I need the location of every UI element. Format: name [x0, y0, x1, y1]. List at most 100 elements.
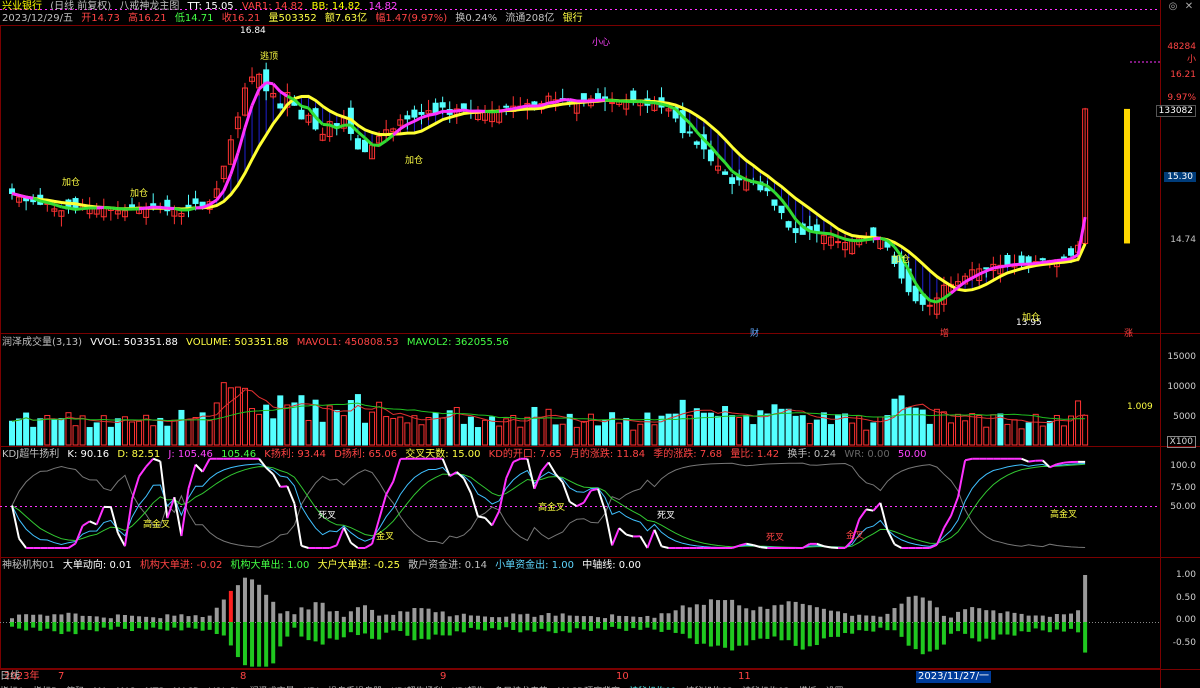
mavol2-value: MAVOL2: 362055.56 [406, 337, 509, 348]
axis-top-arrow: 小 [1186, 55, 1196, 65]
volume-bar [778, 408, 785, 446]
flow-out-bar [899, 603, 904, 622]
flow-in-bar [497, 622, 502, 630]
main-indicator[interactable]: 八戒神龙主图 [119, 1, 179, 12]
fast-trend-segment [844, 237, 853, 242]
flow-out-bar [610, 614, 615, 622]
kdj-signal-6: 死叉 [766, 533, 785, 543]
tab-14[interactable]: MACD顶底背离 [557, 684, 620, 688]
tab-15[interactable]: 神秘机构01 [629, 684, 676, 688]
flow-out-bar [306, 609, 311, 622]
fast-trend-segment [1000, 264, 1008, 269]
fast-trend-segment [1042, 260, 1050, 264]
tab-18[interactable]: 模板 [798, 684, 816, 688]
flow-out-bar [786, 601, 791, 622]
volume-panel[interactable] [9, 382, 1089, 446]
volume-bar [1004, 423, 1011, 446]
period-label[interactable]: (日线 前复权) [50, 1, 111, 12]
var1-label: VAR1: 14.82 [241, 1, 304, 12]
quote-row: 2023/12/29/五 开14.73 高16.21 低14.71 收16.21… [2, 13, 588, 25]
flow-in-bar [52, 622, 57, 632]
flow-in-bar [214, 622, 219, 634]
flow-in-bar [574, 622, 579, 629]
quote-turnover: 换0.24% [455, 13, 498, 24]
flow-panel[interactable] [10, 575, 1088, 667]
volume-bar [376, 401, 383, 446]
candle-body [263, 69, 270, 92]
volume-bar [616, 422, 623, 446]
vol-axis-unit: X100 [1166, 436, 1196, 448]
price-panel[interactable] [9, 61, 1161, 319]
flow-out-bar [998, 613, 1003, 622]
panel-mode-label[interactable]: 日线 [0, 671, 1188, 683]
tab-17[interactable]: 神秘机构03 [742, 684, 789, 688]
kdj-signal-8: 高金叉 [1050, 510, 1078, 520]
flow-out-bar [292, 614, 297, 622]
volume-bar [503, 418, 510, 446]
tab-13[interactable]: 多日神龙走势 [494, 684, 548, 688]
kdj-signal-1: 高金叉 [143, 520, 171, 530]
stock-name[interactable]: 兴业银行 [2, 1, 42, 12]
fast-trend-segment [936, 296, 945, 304]
flow-in-bar [645, 622, 650, 628]
flow-out-bar [511, 613, 516, 622]
flow-in-bar [320, 622, 325, 645]
flow-out-bar [320, 602, 325, 622]
volume-bar [955, 413, 962, 446]
kdj-cross-days: 交叉天数: 15.00 [405, 449, 481, 460]
flow-in-bar [991, 622, 996, 640]
flow-out-bar [1083, 575, 1088, 622]
event-label-add: 增 [940, 329, 950, 339]
tab-16[interactable]: 神秘机构02 [686, 684, 733, 688]
flow-in-bar [638, 622, 643, 630]
volume-bar [623, 417, 630, 446]
flow-out-bar [405, 611, 410, 622]
volume-bar [672, 413, 679, 446]
tab-19[interactable]: 设置 [825, 684, 843, 688]
volume-bar [51, 418, 58, 446]
quote-sector[interactable]: 银行 [563, 13, 583, 24]
flow-in-bar [652, 622, 657, 630]
flow-in-bar [779, 622, 784, 641]
tab-11[interactable]: KDJ超牛扬利 [391, 684, 443, 688]
flow-in-bar [299, 622, 304, 637]
flow-out-bar [38, 614, 43, 622]
flow-in-bar [518, 622, 523, 633]
volume-title[interactable]: 润泽成交量(3,13) [2, 337, 82, 348]
flow-big-move: 大单动向: 0.01 [62, 560, 132, 571]
kdj-ratio: 量比: 1.42 [730, 449, 780, 460]
close-button[interactable]: ✕ [1182, 1, 1196, 13]
flow-out-bar [490, 617, 495, 622]
tab-10[interactable]: 操盘手操盘器 [328, 684, 382, 688]
flow-in-bar [765, 622, 770, 639]
fast-trend-segment [25, 195, 34, 200]
flow-axis-0: 0.00 [1175, 615, 1196, 625]
flow-in-bar [426, 622, 431, 640]
flow-title[interactable]: 神秘机构01 [2, 560, 55, 571]
kdj-j-segment [858, 508, 868, 520]
flow-out-bar [800, 603, 805, 622]
restore-button[interactable]: ◎ [1166, 1, 1180, 13]
flow-in-bar [144, 622, 149, 630]
fast-trend-segment [723, 161, 734, 173]
flow-out-bar [850, 615, 855, 622]
fast-trend-segment [39, 199, 48, 205]
tab-0[interactable]: 指标A [0, 684, 24, 688]
kdj-title[interactable]: KDJ超牛扬利 [2, 449, 59, 460]
flow-out-bar [17, 614, 22, 622]
kdj-j-segment [653, 529, 663, 547]
flow-out-bar [1026, 615, 1031, 622]
flow-in-bar [292, 622, 297, 628]
volume-bar [220, 382, 227, 446]
flow-out-bar [370, 609, 375, 622]
kdj-j-segment [109, 506, 119, 534]
fast-trend-segment [859, 238, 867, 243]
tab-8[interactable]: 润泽成交量 [250, 684, 295, 688]
tab-2[interactable]: 筹码 [66, 684, 84, 688]
volume-bar [997, 413, 1004, 446]
volume-bar [1075, 400, 1082, 446]
volume-bar [863, 429, 870, 446]
add-label-3: 加仓 [405, 156, 424, 166]
tab-1[interactable]: 指标B [33, 684, 57, 688]
tab-12[interactable]: KDJ超牛 [452, 684, 486, 688]
